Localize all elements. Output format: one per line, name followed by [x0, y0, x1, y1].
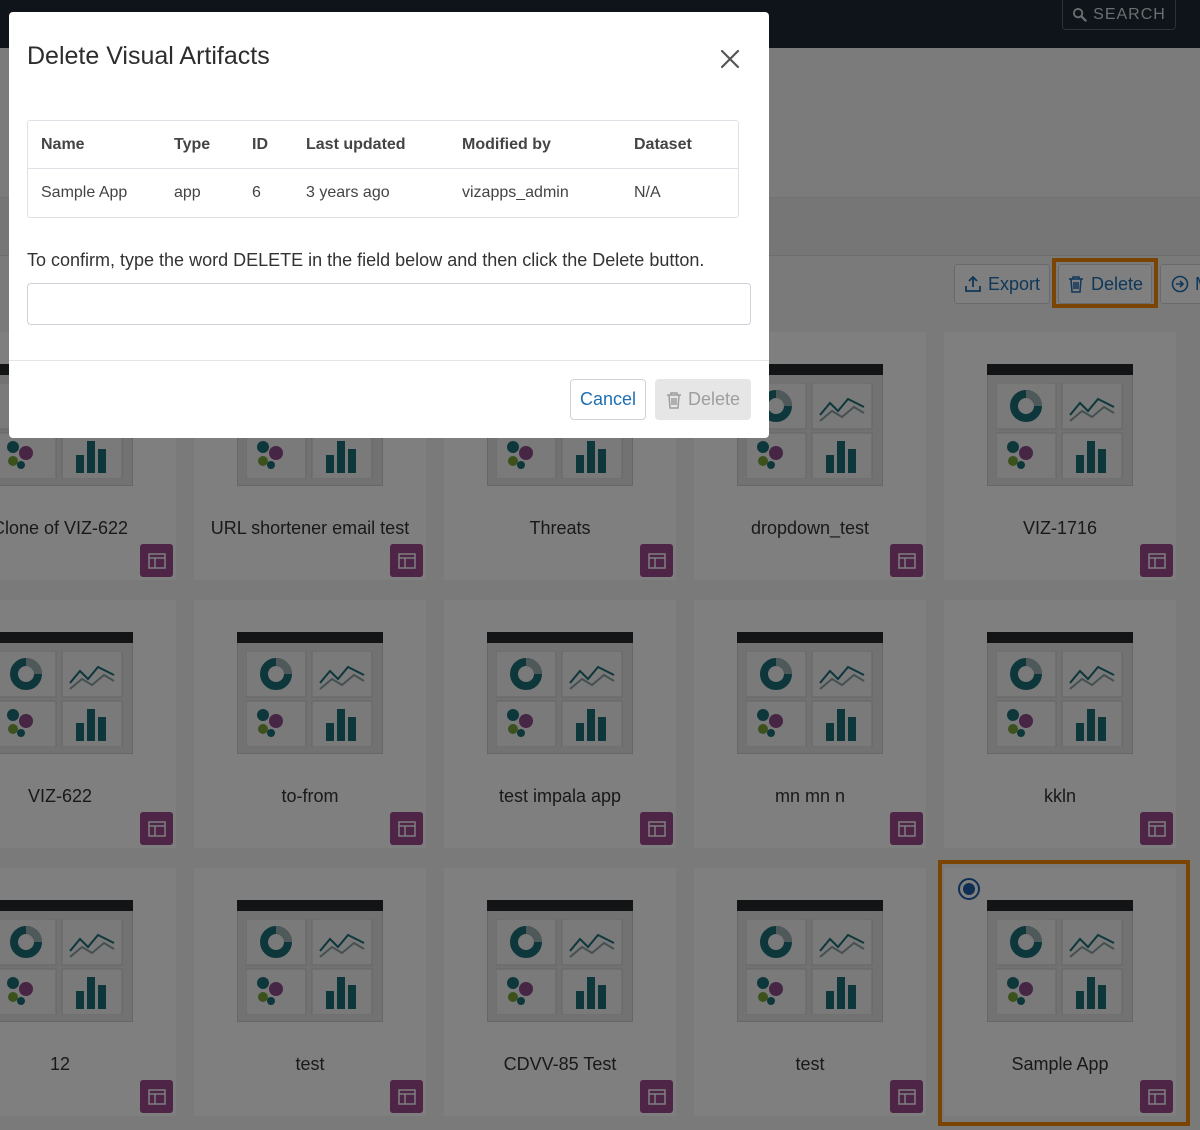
cell-id: 6 [252, 184, 261, 201]
dialog-title: Delete Visual Artifacts [27, 42, 270, 70]
confirm-instructions: To confirm, type the word DELETE in the … [27, 250, 705, 270]
cancel-button[interactable]: Cancel [570, 379, 646, 420]
delete-button-label: Delete [687, 389, 741, 409]
column-header-type: Type [174, 135, 211, 153]
cell-last-updated: 3 years ago [306, 184, 390, 201]
table-row: Sample App app 6 3 years ago vizapps_adm… [28, 169, 738, 217]
column-header-last-updated: Last updated [306, 135, 406, 153]
delete-dialog: Delete Visual Artifacts Name Type ID Las… [9, 12, 769, 438]
column-header-name: Name [41, 135, 85, 153]
table-header-row: Name Type ID Last updated Modified by Da… [28, 121, 738, 169]
artifacts-table: Name Type ID Last updated Modified by Da… [27, 120, 739, 218]
cell-dataset: N/A [634, 184, 661, 201]
column-header-id: ID [252, 135, 268, 153]
cell-modified-by: vizapps_admin [462, 184, 569, 201]
dialog-footer-divider [9, 360, 769, 361]
column-header-dataset: Dataset [634, 135, 692, 153]
column-header-modified-by: Modified by [462, 135, 551, 153]
cell-type: app [174, 184, 201, 201]
cell-name: Sample App [41, 184, 128, 201]
confirm-delete-input[interactable] [27, 283, 751, 325]
trash-icon [666, 391, 681, 409]
delete-button[interactable]: Delete [655, 379, 751, 420]
close-icon[interactable] [719, 48, 741, 70]
